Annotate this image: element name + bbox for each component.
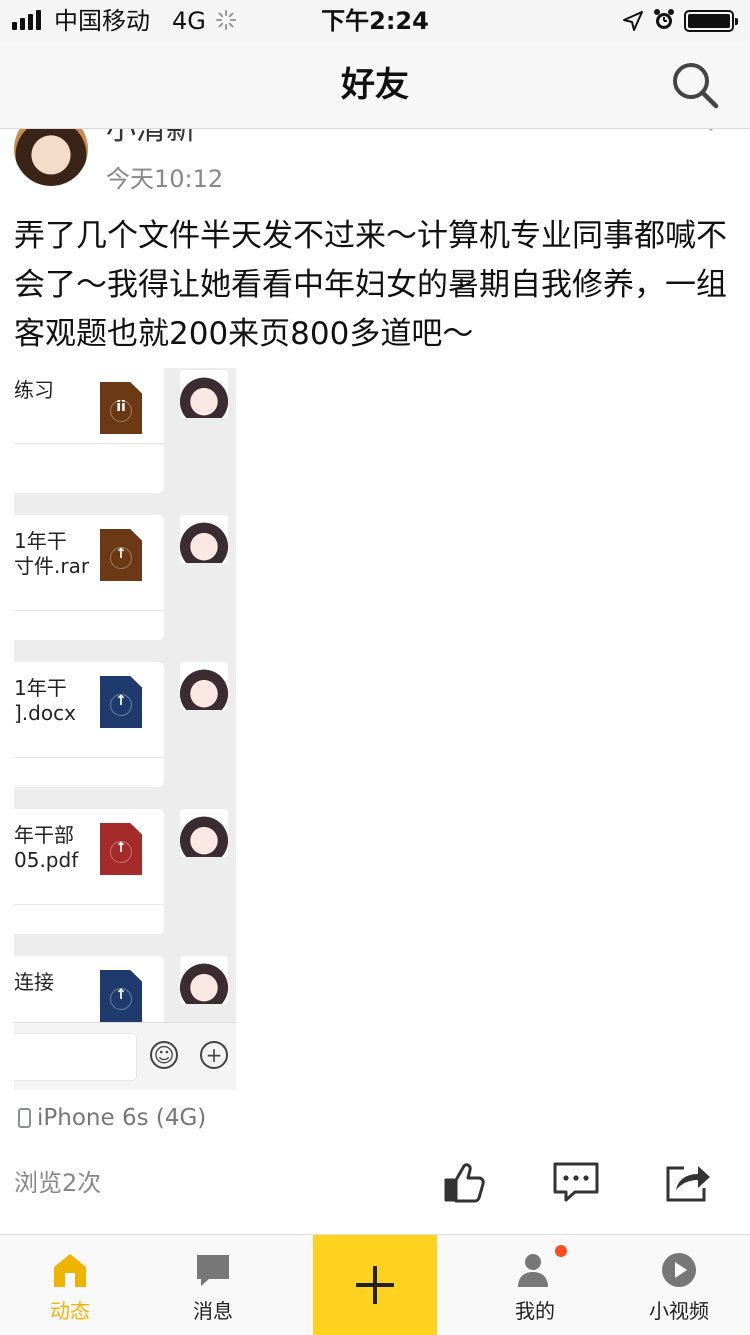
chat-avatar	[180, 956, 228, 1004]
file-message-bubble[interactable]: 练习 ii	[14, 368, 164, 493]
message-icon	[195, 1251, 231, 1289]
view-count: 浏览2次	[14, 1169, 102, 1197]
chat-avatar	[180, 809, 228, 857]
tab-feed[interactable]: 动态	[0, 1235, 140, 1335]
chat-avatar	[180, 515, 228, 563]
bubble-divider	[14, 443, 164, 444]
file-message-bubble[interactable]: 1年干 ].docx ↑	[14, 662, 164, 787]
plus-icon-vertical	[373, 1266, 377, 1304]
file-message-bubble[interactable]: 1年干 寸件.rar ↑	[14, 515, 164, 640]
file-icon-glyph: ii	[116, 399, 126, 415]
file-icon-glyph: ↑	[115, 840, 127, 856]
bubble-divider	[14, 610, 164, 611]
file-icon: ↑	[100, 823, 142, 875]
file-icon: ↑	[100, 676, 142, 728]
file-icon: ↑	[100, 529, 142, 581]
publish-button[interactable]	[313, 1235, 437, 1335]
tab-short-video[interactable]: 小视频	[609, 1235, 749, 1335]
file-name: 连接	[14, 970, 54, 994]
file-icon-glyph: ↑	[115, 693, 127, 709]
device-info: iPhone 6s (4G)	[18, 1104, 206, 1132]
home-icon	[52, 1251, 88, 1289]
tab-me[interactable]: 我的	[465, 1235, 605, 1335]
post-time: 今天10:12	[106, 165, 224, 193]
file-name: 年干部 05.pdf	[14, 823, 79, 872]
file-message-bubble[interactable]: 年干部 05.pdf ↑	[14, 809, 164, 934]
chat-avatar	[180, 662, 228, 710]
alarm-icon	[652, 8, 676, 32]
file-icon-glyph: ↑	[115, 546, 127, 562]
tab-messages[interactable]: 消息	[143, 1235, 283, 1335]
play-icon	[661, 1251, 697, 1289]
like-icon[interactable]	[440, 1158, 488, 1206]
bubble-divider	[14, 904, 164, 905]
battery-icon	[684, 10, 738, 32]
person-icon	[517, 1251, 553, 1289]
page-title-overlay: 好友	[341, 65, 409, 105]
file-icon: ii	[100, 382, 142, 434]
file-icon-glyph: ↑	[115, 987, 127, 1003]
chat-input-bar: ☺ +	[14, 1022, 236, 1090]
emoji-icon: ☺	[150, 1041, 178, 1069]
tab-me-label: 我的	[515, 1299, 555, 1323]
location-arrow-icon	[622, 10, 644, 32]
share-icon[interactable]	[664, 1158, 712, 1206]
file-name: 练习	[14, 378, 54, 402]
tab-bar: 动态 消息 我的 小视频	[0, 1234, 750, 1335]
status-bar: 中国移动 4G 下午2:24	[0, 0, 750, 42]
file-name: 1年干 寸件.rar	[14, 529, 90, 578]
chat-avatar	[180, 370, 228, 418]
post-image-chat-screenshot[interactable]: 练习 ii 1年干 寸件.rar ↑ 1年干 ].docx ↑ 年干部 05.pdf ↑ 连接 ↑…	[14, 368, 236, 1090]
bubble-divider	[14, 757, 164, 758]
search-icon[interactable]	[670, 60, 720, 110]
file-name: 1年干 ].docx	[14, 676, 76, 725]
tab-feed-label: 动态	[50, 1299, 90, 1323]
file-icon: ↑	[100, 970, 142, 1022]
chat-input	[14, 1033, 137, 1081]
nav-bar-overlay: 好友	[0, 42, 750, 129]
notification-badge	[555, 1245, 567, 1257]
device-label: iPhone 6s (4G)	[37, 1105, 207, 1131]
post-body: 弄了几个文件半天发不过来～计算机专业同事都喊不会了～我得让她看看中年妇女的暑期自…	[14, 218, 727, 352]
phone-icon	[18, 1108, 31, 1128]
comment-icon[interactable]	[552, 1158, 600, 1206]
tab-messages-label: 消息	[193, 1299, 233, 1323]
add-icon: +	[200, 1041, 228, 1069]
tab-short-video-label: 小视频	[649, 1299, 709, 1323]
